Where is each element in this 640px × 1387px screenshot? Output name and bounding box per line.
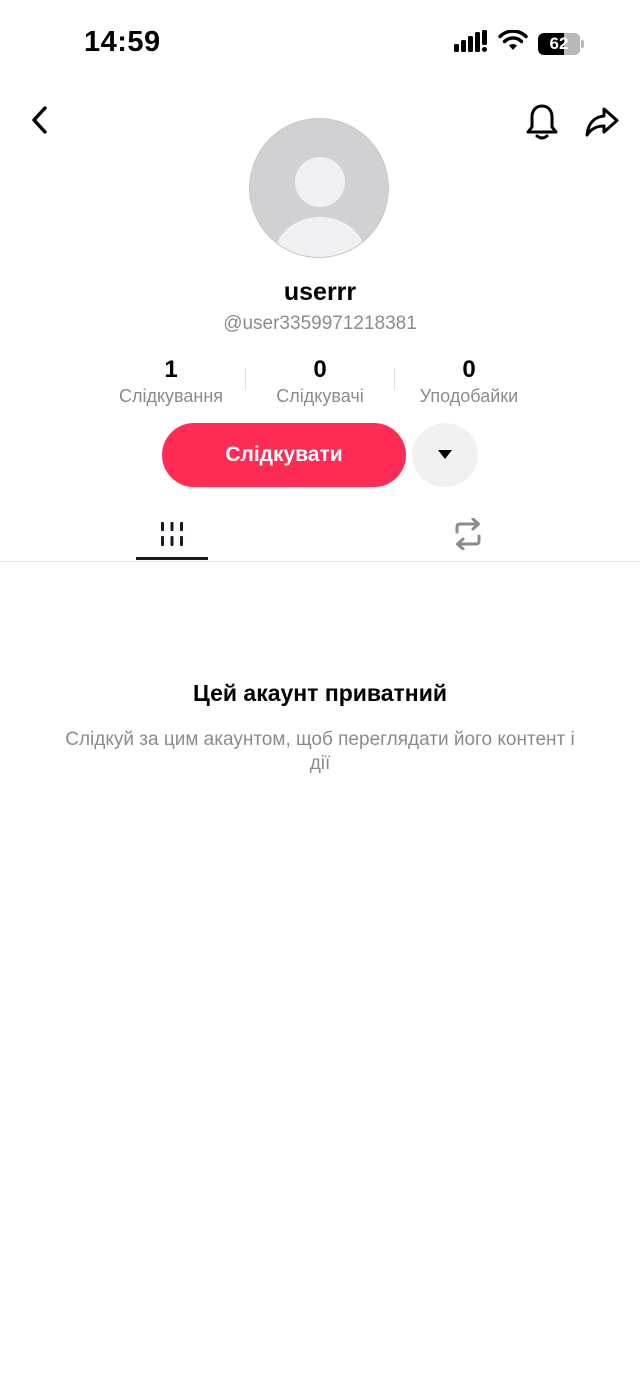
caret-down-icon [438,450,452,459]
following-label: Слідкування [118,386,224,406]
profile-stats: 1 Слідкування 0 Слідкувачі 0 Уподобайки [96,356,544,408]
display-name: userrr [283,278,357,306]
avatar[interactable] [249,118,389,258]
videos-grid-icon [161,522,183,546]
bell-icon [526,104,558,140]
wifi-icon [498,29,528,57]
likes-label: Уподобайки [419,386,519,406]
back-icon [32,106,47,134]
status-icons: 62 [454,29,584,57]
stat-likes[interactable]: 0 Уподобайки [394,356,544,407]
follow-button[interactable]: Слідкувати [162,423,406,487]
battery-icon: 62 [538,32,580,55]
following-count: 1 [164,356,178,383]
stat-followers[interactable]: 0 Слідкувачі [245,356,395,407]
tab-videos[interactable] [136,508,208,560]
share-button[interactable] [580,100,624,144]
status-bar: 14:59 62 [0,0,640,88]
signal-icon [454,30,488,57]
username-handle: @user3359971218381 [223,313,417,334]
share-icon [585,107,619,137]
private-account-description: Слідкуй за цим акаунтом, щоб переглядати… [65,729,575,774]
followers-count: 0 [313,356,327,383]
default-avatar-icon [295,157,345,207]
back-button[interactable] [20,100,60,140]
suggested-accounts-button[interactable] [412,423,478,487]
notifications-button[interactable] [520,100,564,144]
stat-following[interactable]: 1 Слідкування [96,356,246,407]
profile-tabs [0,508,640,562]
private-account-title: Цей акаунт приватний [193,680,447,706]
likes-count: 0 [462,356,476,383]
tab-reposts[interactable] [432,508,504,560]
status-time: 14:59 [84,26,161,58]
active-tab-indicator [136,557,208,560]
battery-tip [581,39,584,48]
battery-level: 62 [549,33,569,53]
repost-icon [455,518,481,550]
followers-label: Слідкувачі [276,386,364,406]
